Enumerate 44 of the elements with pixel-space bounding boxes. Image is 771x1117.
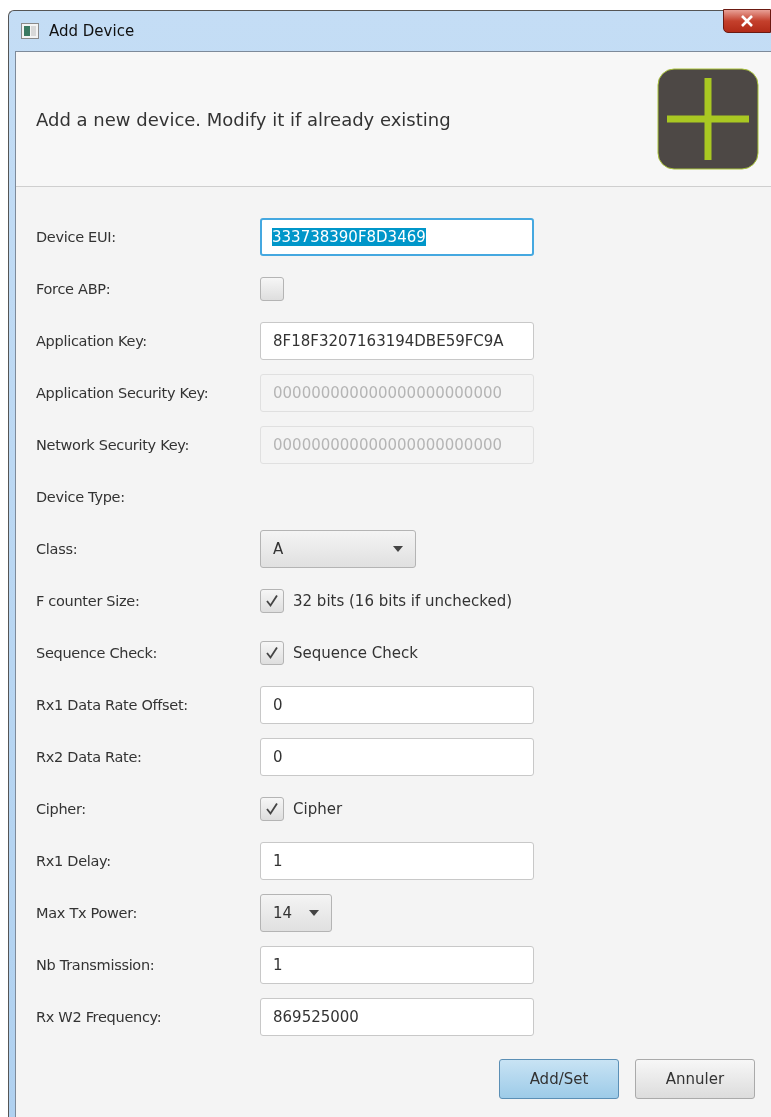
caret-icon (309, 910, 319, 916)
field-label: Device EUI: (36, 229, 117, 245)
field-label: Class: (36, 541, 79, 557)
close-icon (740, 15, 754, 27)
window-title: Add Device (49, 22, 135, 40)
input-field[interactable]: 1 (260, 842, 534, 880)
input-field[interactable]: 1 (260, 946, 534, 984)
field-label: Network Security Key: (36, 437, 191, 453)
check-icon (264, 593, 280, 609)
field-label: Nb Transmission: (36, 957, 156, 973)
checkbox-label: 32 bits (16 bits if unchecked) (293, 592, 513, 610)
check-icon (264, 801, 280, 817)
field-label: Rx1 Delay: (36, 853, 112, 869)
checkbox-label: Sequence Check (293, 644, 418, 662)
plus-icon (657, 68, 759, 170)
field-label: F counter Size: (36, 593, 141, 609)
header-message: Add a new device. Modify it if already existing (36, 108, 451, 130)
input-field[interactable]: 0 (260, 738, 534, 776)
field-label: Max Tx Power: (36, 905, 139, 921)
field-label: Force ABP: (36, 281, 112, 297)
dropdown[interactable]: A (260, 530, 416, 568)
input-field[interactable]: 0 (260, 686, 534, 724)
field-label: Device Type: (36, 489, 126, 505)
field-label: Application Security Key: (36, 385, 210, 401)
dropdown[interactable]: 14 (260, 894, 332, 932)
field-label: Application Key: (36, 333, 148, 349)
dialog-button[interactable]: Annuler (635, 1059, 755, 1099)
checkbox-label: Cipher (293, 800, 343, 818)
checkbox[interactable] (260, 277, 284, 301)
field-label: Rx W2 Frequency: (36, 1009, 163, 1025)
checkbox[interactable] (260, 589, 284, 613)
input-field[interactable]: 869525000 (260, 998, 534, 1036)
dialog-button[interactable]: Add/Set (499, 1059, 619, 1099)
checkbox[interactable] (260, 797, 284, 821)
caret-icon (393, 546, 403, 552)
check-icon (264, 645, 280, 661)
input-field[interactable]: 8F18F3207163194DBE59FC9A (260, 322, 534, 360)
field-label: Rx1 Data Rate Offset: (36, 697, 189, 713)
field-label: Sequence Check: (36, 645, 159, 661)
checkbox[interactable] (260, 641, 284, 665)
window-icon (21, 23, 39, 39)
field-label: Rx2 Data Rate: (36, 749, 143, 765)
close-button[interactable] (723, 9, 771, 33)
field-label: Cipher: (36, 801, 87, 817)
